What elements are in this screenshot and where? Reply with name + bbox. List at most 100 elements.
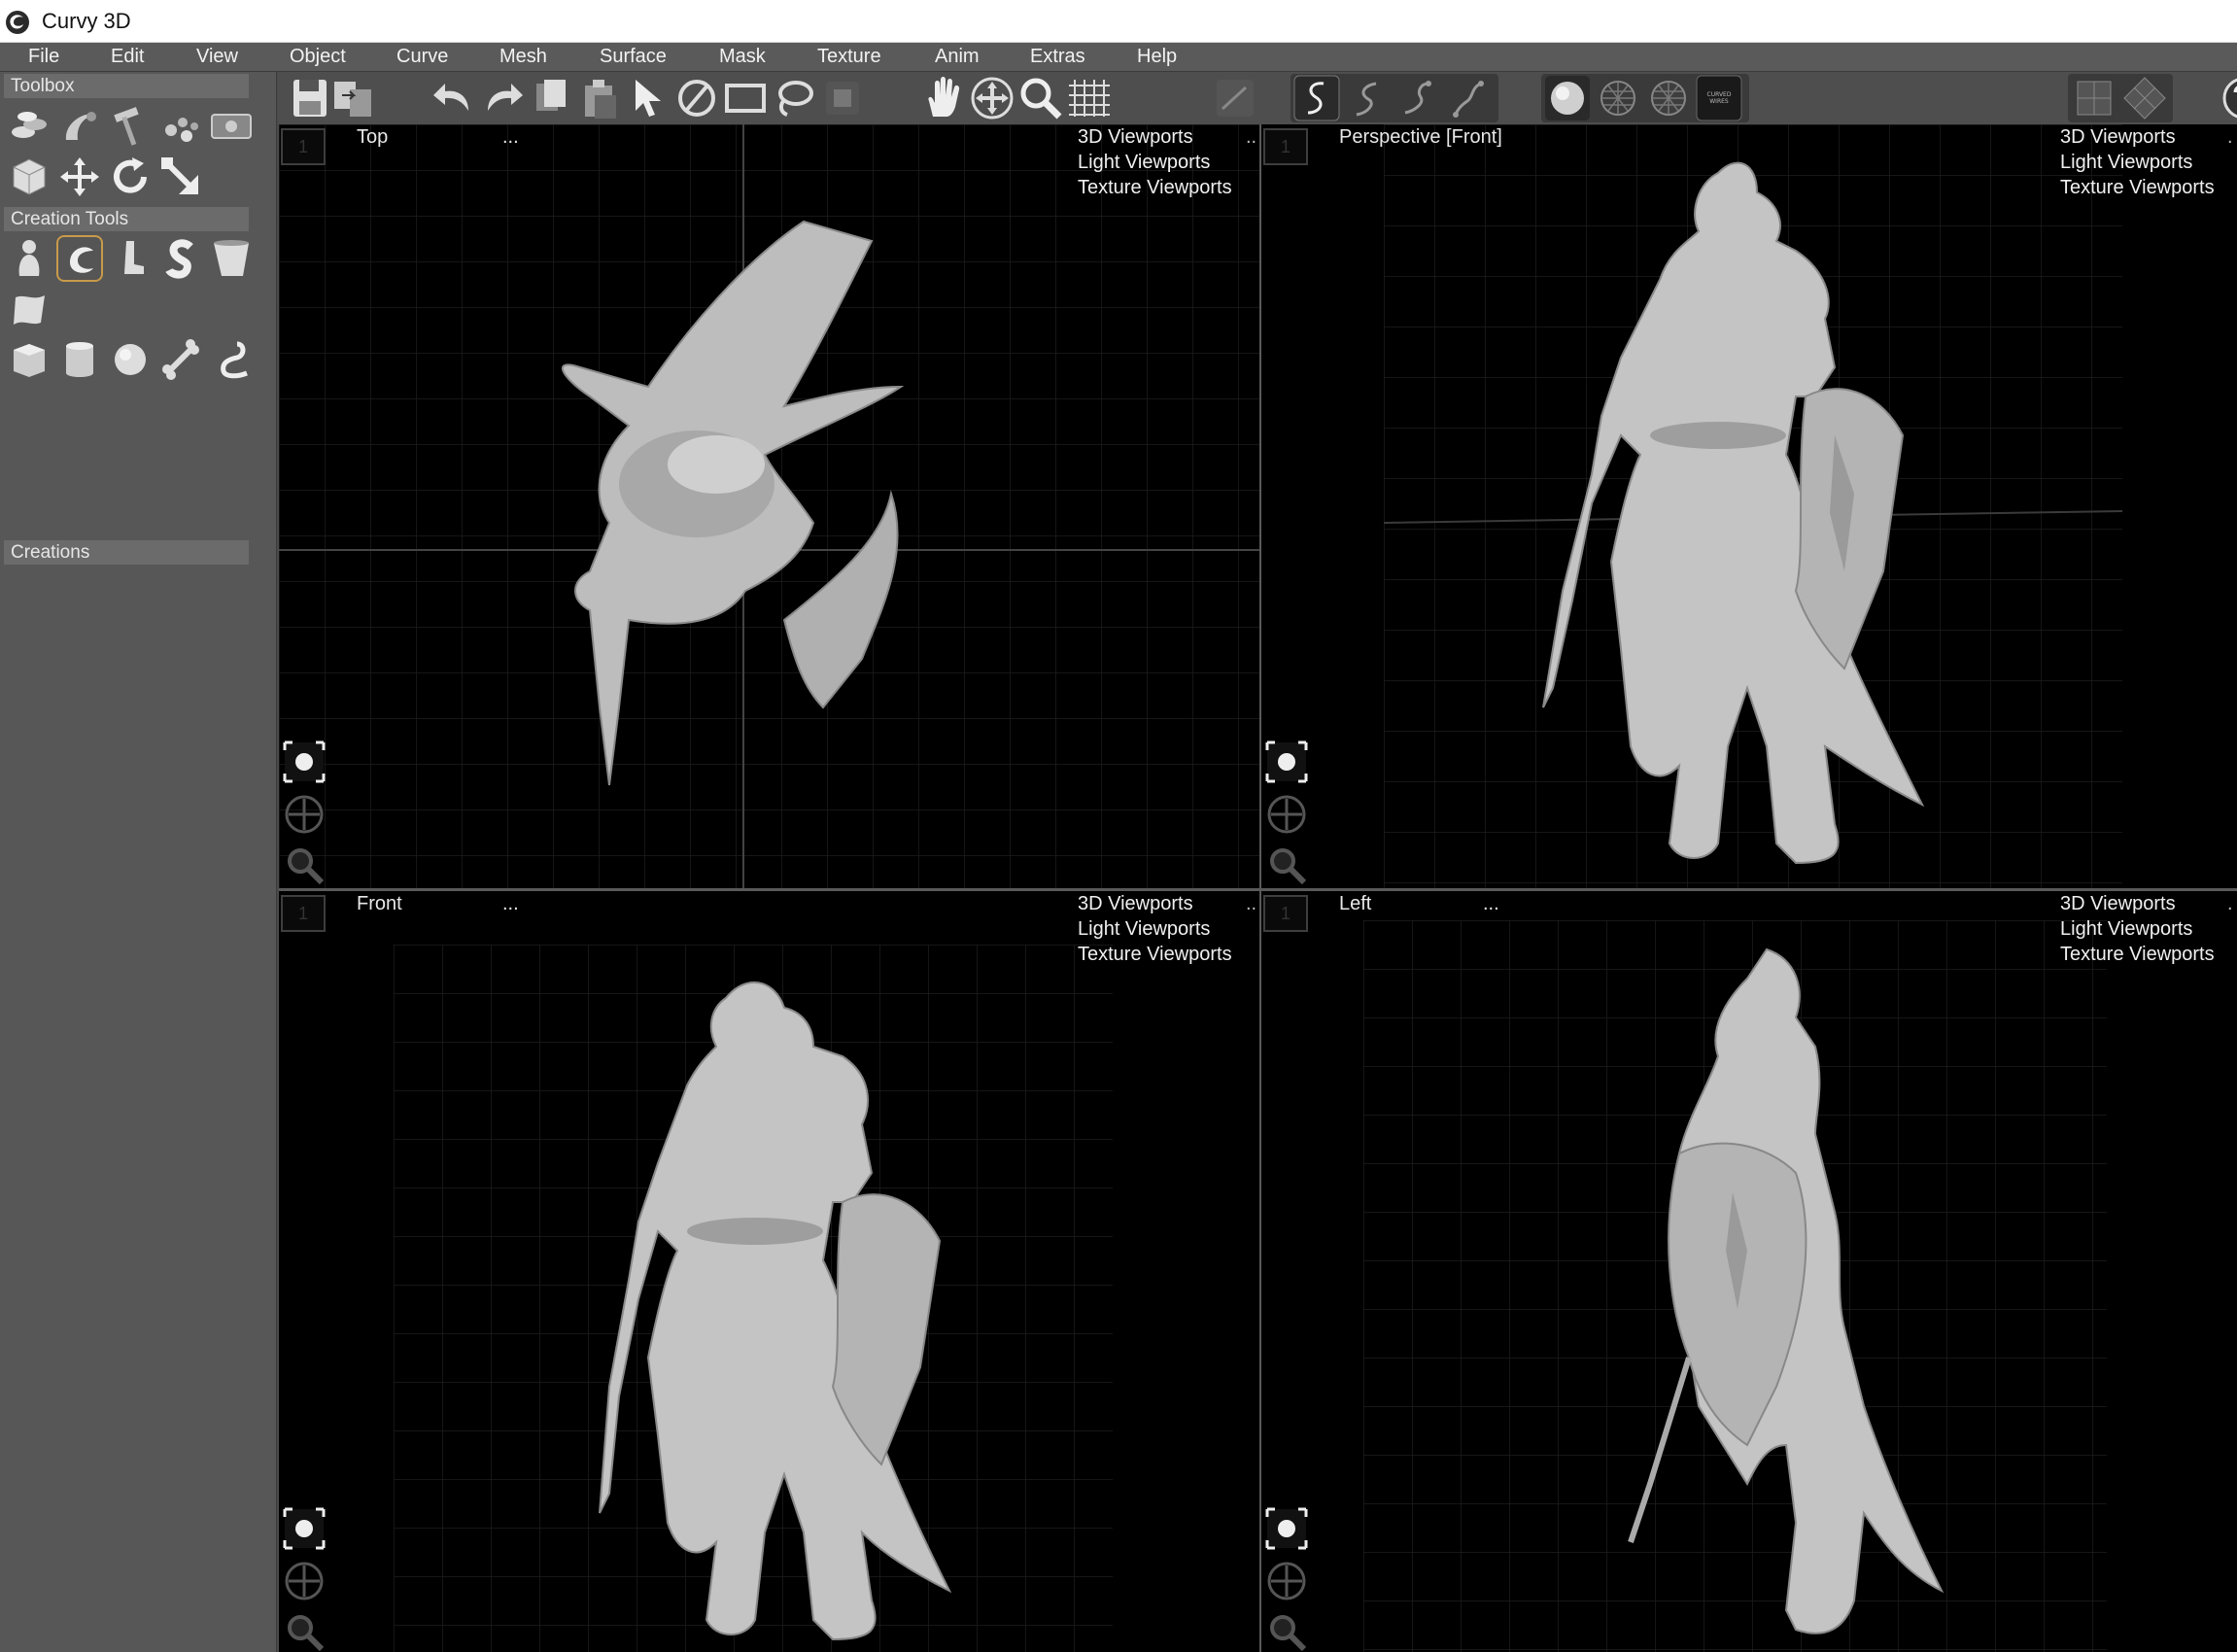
viewport-front[interactable]: 1 Front ... 3D Viewports Light Viewports… <box>279 891 1259 1652</box>
target-icon[interactable] <box>283 1507 326 1550</box>
viewport-options-dots[interactable]: ... <box>1483 893 1499 915</box>
orbit-icon[interactable] <box>1265 793 1308 836</box>
menu-mask[interactable]: Mask <box>719 46 766 68</box>
link-3d-viewports[interactable]: 3D Viewports <box>1078 126 1193 149</box>
select-arrow-icon[interactable] <box>624 74 672 122</box>
scatter-icon[interactable] <box>157 103 204 150</box>
link-3d-viewports[interactable]: 3D Viewports <box>2060 126 2176 149</box>
zoom-viewport-icon[interactable] <box>1265 843 1308 886</box>
viewport-number[interactable]: 1 <box>281 895 326 932</box>
copy-icon[interactable] <box>527 74 575 122</box>
menu-file[interactable]: File <box>28 46 59 68</box>
viewport-perspective[interactable]: 1 Perspective [Front] 3D Viewports Light… <box>1261 124 2237 888</box>
link-light-viewports[interactable]: Light Viewports <box>1078 918 1210 941</box>
target-icon[interactable] <box>283 740 326 783</box>
menu-view[interactable]: View <box>196 46 238 68</box>
clear-select-icon[interactable] <box>818 74 867 122</box>
curve-mode-2-icon[interactable] <box>1343 74 1392 122</box>
character-perspective-view[interactable] <box>1514 144 2019 882</box>
link-texture-viewports[interactable]: Texture Viewports <box>1078 944 1232 966</box>
creations-header: Creations <box>4 540 249 565</box>
zoom-icon[interactable] <box>1016 74 1065 122</box>
bone-icon[interactable] <box>157 336 204 383</box>
rotate-icon[interactable] <box>107 154 154 200</box>
viewport-top[interactable]: 1 Top ... 3D Viewports Light Viewports T… <box>279 124 1259 888</box>
scale-icon[interactable] <box>157 154 204 200</box>
box-select-icon[interactable] <box>6 154 52 200</box>
redo-icon[interactable] <box>478 74 527 122</box>
curve-mode-1-icon[interactable] <box>1292 74 1341 122</box>
link-texture-viewports[interactable]: Texture Viewports <box>1078 177 1232 199</box>
curve-mode-4-icon[interactable] <box>1444 74 1493 122</box>
sphere-icon[interactable] <box>107 336 154 383</box>
cup-icon[interactable] <box>208 235 255 282</box>
target-icon[interactable] <box>1265 740 1308 783</box>
undo-icon[interactable] <box>430 74 478 122</box>
import-icon[interactable] <box>328 74 377 122</box>
menu-help[interactable]: Help <box>1137 46 1177 68</box>
menu-edit[interactable]: Edit <box>111 46 144 68</box>
cube-icon[interactable] <box>6 336 52 383</box>
hook-icon[interactable] <box>208 336 255 383</box>
viewport-options-dots[interactable]: ... <box>502 126 519 149</box>
boot-icon[interactable] <box>107 235 154 282</box>
curl-icon[interactable] <box>56 235 103 282</box>
move-icon[interactable] <box>56 154 103 200</box>
target-icon[interactable] <box>1265 1507 1308 1550</box>
paste-icon[interactable] <box>575 74 624 122</box>
lasso-select-icon[interactable] <box>770 74 818 122</box>
cloth-icon[interactable] <box>6 286 52 332</box>
curve-mode-3-icon[interactable] <box>1394 74 1442 122</box>
help-icon[interactable] <box>2220 74 2237 122</box>
layers-icon[interactable] <box>6 103 52 150</box>
flat-view-icon[interactable] <box>2070 74 2118 122</box>
viewport-options-dots[interactable]: ... <box>502 893 519 915</box>
menu-extras[interactable]: Extras <box>1030 46 1085 68</box>
menu-object[interactable]: Object <box>290 46 346 68</box>
deselect-icon[interactable] <box>672 74 721 122</box>
viewport-splitter-horizontal[interactable] <box>279 888 2237 891</box>
link-light-viewports[interactable]: Light Viewports <box>2060 152 2192 174</box>
link-texture-viewports[interactable]: Texture Viewports <box>2060 944 2215 966</box>
character-left-view[interactable] <box>1553 940 1961 1649</box>
zoom-viewport-icon[interactable] <box>1265 1610 1308 1652</box>
zoom-viewport-icon[interactable] <box>283 843 326 886</box>
character-front-view[interactable] <box>580 969 1008 1649</box>
s-shape-icon[interactable] <box>157 235 204 282</box>
menu-surface[interactable]: Surface <box>600 46 667 68</box>
orbit-icon[interactable] <box>1265 1560 1308 1602</box>
orbit-icon[interactable] <box>283 793 326 836</box>
diamond-view-icon[interactable] <box>2120 74 2169 122</box>
rectangle-select-icon[interactable] <box>721 74 770 122</box>
zoom-viewport-icon[interactable] <box>283 1610 326 1652</box>
wireframe-icon[interactable] <box>1594 74 1642 122</box>
link-3d-viewports[interactable]: 3D Viewports <box>2060 893 2176 915</box>
viewport-number[interactable]: 1 <box>281 128 326 165</box>
viewport-number[interactable]: 1 <box>1263 128 1308 165</box>
hammer-icon[interactable] <box>107 103 154 150</box>
menu-mesh[interactable]: Mesh <box>499 46 547 68</box>
render-icon[interactable] <box>208 103 255 150</box>
move-view-icon[interactable] <box>968 74 1016 122</box>
cylinder-icon[interactable] <box>56 336 103 383</box>
lathe-icon[interactable] <box>56 103 103 150</box>
viewport-left[interactable]: 1 Left ... 3D Viewports Light Viewports … <box>1261 891 2237 1652</box>
viewport-number[interactable]: 1 <box>1263 895 1308 932</box>
orbit-icon[interactable] <box>283 1560 326 1602</box>
save-icon[interactable] <box>286 74 334 122</box>
link-3d-viewports[interactable]: 3D Viewports <box>1078 893 1193 915</box>
figure-icon[interactable] <box>6 235 52 282</box>
curved-wires-icon[interactable]: CURVED WIRES <box>1695 74 1743 122</box>
menu-curve[interactable]: Curve <box>396 46 448 68</box>
pan-hand-icon[interactable] <box>919 74 968 122</box>
link-light-viewports[interactable]: Light Viewports <box>2060 918 2192 941</box>
edit-curve-icon[interactable] <box>1211 74 1259 122</box>
wire-shaded-icon[interactable] <box>1644 74 1693 122</box>
shaded-icon[interactable] <box>1543 74 1592 122</box>
grid-icon[interactable] <box>1065 74 1114 122</box>
menu-texture[interactable]: Texture <box>817 46 881 68</box>
character-top-view[interactable] <box>493 202 959 843</box>
link-light-viewports[interactable]: Light Viewports <box>1078 152 1210 174</box>
menu-anim[interactable]: Anim <box>935 46 980 68</box>
link-texture-viewports[interactable]: Texture Viewports <box>2060 177 2215 199</box>
